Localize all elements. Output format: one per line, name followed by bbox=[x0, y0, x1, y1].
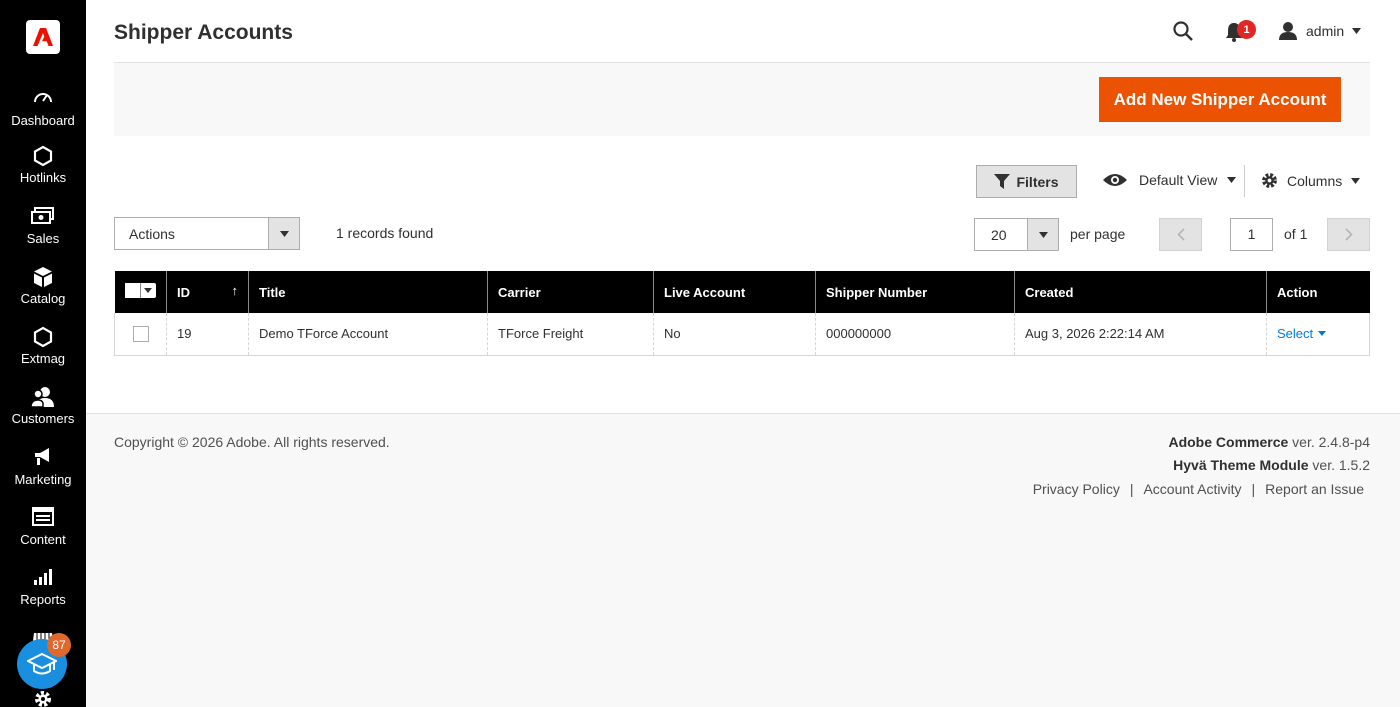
sidebar-item-sales[interactable]: Sales bbox=[0, 206, 86, 246]
sidebar-item-label: Sales bbox=[26, 231, 60, 246]
sidebar-item-label: Marketing bbox=[14, 472, 72, 487]
column-header-action: Action bbox=[1266, 271, 1370, 313]
cell-shipper-number: 000000000 bbox=[815, 313, 1015, 356]
previous-page-button[interactable] bbox=[1159, 218, 1202, 251]
chevron-down-icon bbox=[139, 283, 156, 298]
cell-carrier: TForce Freight bbox=[487, 313, 654, 356]
column-header-id[interactable]: ID ↑ bbox=[166, 271, 249, 313]
per-page-select[interactable]: 20 bbox=[974, 218, 1059, 251]
sidebar-item-label: Hotlinks bbox=[19, 170, 67, 185]
cell-id: 19 bbox=[166, 313, 249, 356]
sidebar-item-extmag[interactable]: Extmag bbox=[0, 326, 86, 366]
next-page-button[interactable] bbox=[1327, 218, 1370, 251]
module-version: Hyvä Theme Module ver. 1.5.2 bbox=[1173, 457, 1370, 473]
catalog-icon bbox=[0, 266, 86, 288]
gear-icon[interactable] bbox=[33, 689, 53, 707]
column-header-carrier[interactable]: Carrier bbox=[487, 271, 654, 313]
mass-select-header[interactable] bbox=[114, 271, 167, 313]
row-select-cell bbox=[114, 313, 167, 356]
chevron-down-icon bbox=[1027, 219, 1058, 250]
per-page-label: per page bbox=[1070, 226, 1126, 242]
table-header-row: ID ↑ Title Carrier Live Account Shipper … bbox=[114, 271, 1370, 313]
columns-label: Columns bbox=[1287, 172, 1343, 189]
sort-ascending-icon: ↑ bbox=[231, 283, 239, 298]
sidebar-item-hotlinks[interactable]: Hotlinks bbox=[0, 145, 86, 185]
sidebar-item-label: Extmag bbox=[20, 351, 66, 366]
fab-badge: 87 bbox=[47, 633, 71, 657]
adobe-logo[interactable] bbox=[26, 20, 60, 54]
report-issue-link[interactable]: Report an Issue bbox=[1265, 481, 1364, 497]
footer-links: Privacy Policy | Account Activity | Repo… bbox=[1033, 481, 1364, 497]
customers-icon bbox=[0, 386, 86, 408]
records-found: 1 records found bbox=[336, 225, 434, 241]
page-number-input[interactable]: 1 bbox=[1230, 218, 1273, 251]
bar-chart-icon bbox=[0, 567, 86, 589]
copyright-text: Copyright © 2026 Adobe. All rights reser… bbox=[114, 434, 390, 450]
table-row[interactable]: 19 Demo TForce Account TForce Freight No… bbox=[114, 313, 1370, 356]
default-view-dropdown[interactable]: Default View bbox=[1103, 172, 1237, 188]
dashboard-icon bbox=[0, 88, 86, 110]
sidebar-item-content[interactable]: Content bbox=[0, 507, 86, 547]
sidebar-item-label: Customers bbox=[11, 411, 75, 426]
chevron-left-icon bbox=[1176, 228, 1185, 241]
megaphone-icon bbox=[0, 447, 86, 469]
user-name: admin bbox=[1306, 23, 1345, 39]
column-header-shipper-number[interactable]: Shipper Number bbox=[815, 271, 1015, 313]
page-total: of 1 bbox=[1284, 226, 1308, 242]
account-activity-link[interactable]: Account Activity bbox=[1143, 481, 1241, 497]
notification-badge: 1 bbox=[1237, 20, 1256, 39]
cell-action: Select bbox=[1266, 313, 1370, 356]
hexagon-icon bbox=[0, 145, 86, 167]
sidebar-item-customers[interactable]: Customers bbox=[0, 386, 86, 426]
sidebar-item-catalog[interactable]: Catalog bbox=[0, 266, 86, 306]
mass-actions-select[interactable]: Actions bbox=[114, 217, 300, 250]
hexagon-icon bbox=[0, 326, 86, 348]
chevron-down-icon bbox=[1227, 177, 1237, 183]
column-header-created[interactable]: Created bbox=[1014, 271, 1267, 313]
column-header-live-account[interactable]: Live Account bbox=[653, 271, 816, 313]
page-title: Shipper Accounts bbox=[114, 21, 293, 44]
sidebar-item-label: Content bbox=[20, 532, 66, 547]
add-new-shipper-account-button[interactable]: Add New Shipper Account bbox=[1099, 77, 1341, 122]
chevron-right-icon bbox=[1344, 228, 1353, 241]
user-menu[interactable]: admin bbox=[1278, 21, 1362, 41]
row-action-select[interactable]: Select bbox=[1277, 326, 1359, 341]
divider: | bbox=[1129, 481, 1134, 497]
chevron-down-icon bbox=[1352, 28, 1362, 34]
sales-icon bbox=[0, 206, 86, 228]
view-label: Default View bbox=[1139, 172, 1218, 188]
chevron-down-icon bbox=[1351, 177, 1361, 184]
cell-live-account: No bbox=[653, 313, 816, 356]
product-version: Adobe Commerce ver. 2.4.8-p4 bbox=[1168, 434, 1370, 450]
cell-title: Demo TForce Account bbox=[248, 313, 488, 356]
per-page-value: 20 bbox=[991, 227, 1007, 243]
privacy-policy-link[interactable]: Privacy Policy bbox=[1033, 481, 1120, 497]
sidebar-item-label: Dashboard bbox=[11, 113, 75, 128]
divider bbox=[1244, 165, 1245, 197]
user-icon bbox=[1279, 22, 1297, 40]
search-icon[interactable] bbox=[1173, 21, 1193, 46]
chevron-down-icon bbox=[1318, 331, 1327, 337]
admin-sidebar: Dashboard Hotlinks Sales Catalog Extmag … bbox=[0, 0, 86, 707]
cell-created: Aug 3, 2026 2:22:14 AM bbox=[1014, 313, 1267, 356]
eye-icon bbox=[1103, 174, 1127, 186]
actions-label: Actions bbox=[129, 226, 175, 242]
sidebar-item-reports[interactable]: Reports bbox=[0, 567, 86, 607]
columns-dropdown[interactable]: Columns bbox=[1261, 172, 1361, 189]
sidebar-item-label: Reports bbox=[20, 592, 66, 607]
mass-select-checkbox[interactable] bbox=[124, 283, 156, 298]
sidebar-item-marketing[interactable]: Marketing bbox=[0, 447, 86, 487]
chevron-down-icon bbox=[268, 218, 299, 249]
column-header-title[interactable]: Title bbox=[248, 271, 488, 313]
filter-icon bbox=[994, 174, 1011, 189]
row-checkbox[interactable] bbox=[132, 326, 149, 343]
gear-icon bbox=[1262, 173, 1277, 188]
sidebar-item-dashboard[interactable]: Dashboard bbox=[0, 88, 86, 128]
sidebar-item-label: Catalog bbox=[20, 291, 66, 306]
shipper-accounts-table: ID ↑ Title Carrier Live Account Shipper … bbox=[114, 271, 1370, 356]
filters-label: Filters bbox=[1016, 173, 1059, 190]
divider: | bbox=[1251, 481, 1256, 497]
filters-button[interactable]: Filters bbox=[976, 165, 1077, 198]
content-icon bbox=[0, 507, 86, 529]
